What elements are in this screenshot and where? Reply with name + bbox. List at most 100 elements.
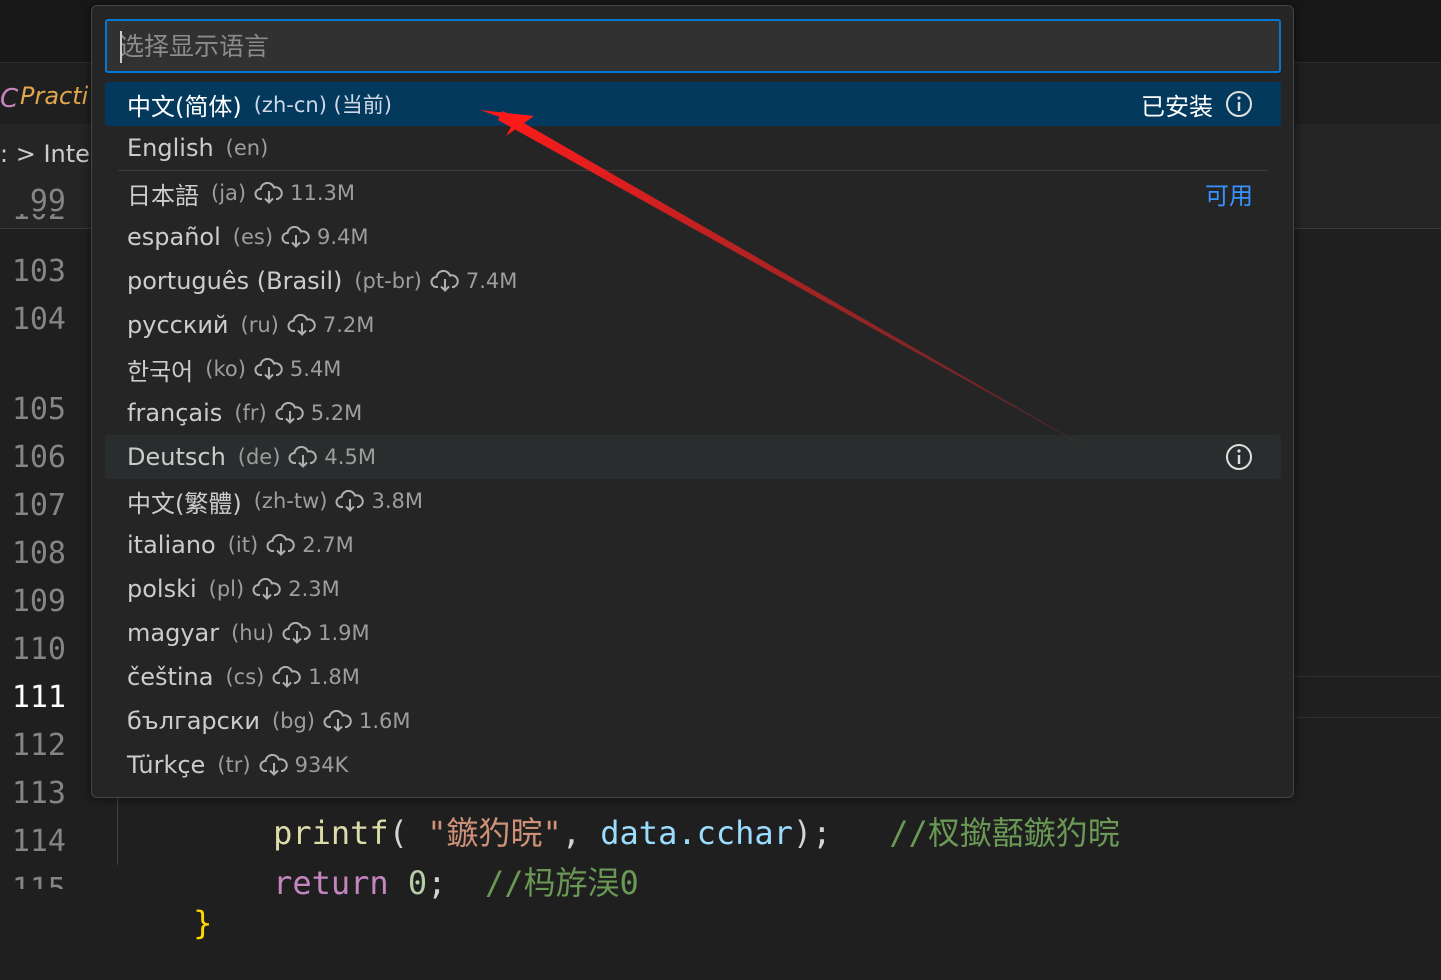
cloud-download-icon: [266, 534, 295, 556]
language-code: (ja): [211, 181, 247, 205]
language-code: (hu): [231, 621, 275, 645]
language-option[interactable]: français (fr) 5.2M: [105, 391, 1281, 435]
language-name: español: [127, 223, 221, 251]
cloud-download-icon: [259, 754, 288, 776]
line-number-partial-bottom: 115: [4, 872, 66, 889]
download-size: 5.4M: [289, 357, 342, 381]
cloud-download-icon: [288, 446, 318, 468]
language-option[interactable]: 日本語 (ja) 11.3M 可用: [105, 171, 1281, 215]
language-option[interactable]: русский (ru) 7.2M: [105, 303, 1281, 347]
display-language-quick-pick: 中文(简体) (zh-cn) (当前) 已安装 English (en) 日本語 (ja)…: [91, 5, 1294, 798]
cloud-download-icon: [281, 226, 310, 248]
cloud-download-icon: [252, 578, 281, 600]
download-size: 7.4M: [465, 269, 518, 293]
language-name: български: [127, 707, 260, 735]
text-caret: [120, 31, 122, 63]
cloud-download-icon: [254, 182, 283, 204]
download-size: 2.7M: [302, 533, 354, 557]
indent-guide: [117, 790, 118, 865]
language-code: (de): [237, 445, 281, 469]
download-size: 7.2M: [322, 313, 375, 337]
editor-tab-label[interactable]: Practi: [20, 82, 88, 110]
language-code: (es): [232, 225, 274, 249]
line-number: 107: [11, 488, 66, 523]
line-number: 114: [11, 824, 66, 859]
cloud-download-icon: [275, 402, 304, 424]
language-option[interactable]: polski (pl) 2.3M: [105, 567, 1281, 611]
cloud-download-icon: [254, 358, 283, 380]
download-size: 5.2M: [310, 401, 363, 425]
language-name: português (Brasil): [127, 267, 343, 295]
language-code: (pl): [208, 577, 245, 601]
language-name: polski: [127, 575, 197, 603]
cloud-download-icon: [272, 666, 302, 688]
language-option[interactable]: magyar (hu) 1.9M: [105, 611, 1281, 655]
language-search-input[interactable]: [107, 21, 1279, 71]
language-option[interactable]: español (es) 9.4M: [105, 215, 1281, 259]
download-size: 1.6M: [358, 709, 411, 733]
info-icon[interactable]: [1225, 90, 1253, 118]
code-line-115[interactable]: }: [116, 866, 212, 980]
language-option[interactable]: English (en): [105, 126, 1281, 170]
language-name: magyar: [127, 619, 220, 647]
line-number: 106: [11, 440, 66, 475]
line-number: 112: [11, 728, 66, 763]
language-name: 日本語: [127, 181, 199, 210]
download-size: 1.8M: [308, 665, 360, 689]
line-number: 111: [11, 680, 66, 715]
cloud-download-icon: [282, 622, 311, 644]
language-code: (ko): [205, 357, 246, 381]
download-size: 2.3M: [288, 577, 340, 601]
language-code: (ru): [240, 313, 279, 337]
language-option[interactable]: português (Brasil) (pt-br) 7.4M: [105, 259, 1281, 303]
language-code: (cs): [225, 665, 265, 689]
cloud-download-icon: [323, 710, 352, 732]
language-name: čeština: [127, 663, 214, 691]
info-icon[interactable]: [1225, 443, 1253, 471]
line-number: 113: [11, 776, 66, 811]
download-size: 4.5M: [324, 445, 376, 469]
download-size: 11.3M: [290, 181, 355, 205]
line-number-partial: 102: [4, 214, 66, 230]
available-label: 可用: [1205, 181, 1253, 210]
download-size: 9.4M: [317, 225, 369, 249]
language-name: Türkçe: [127, 751, 206, 779]
language-name: italiano: [127, 531, 216, 559]
language-code: (zh-tw): [253, 489, 328, 513]
installed-group: 已安装: [1141, 82, 1253, 126]
language-code: (tr): [217, 753, 251, 777]
language-option[interactable]: čeština (cs) 1.8M: [105, 655, 1281, 699]
download-size: 1.9M: [318, 621, 370, 645]
code-line-114[interactable]: return 0; //杩斿洖0: [196, 820, 639, 942]
line-number: 110: [11, 632, 66, 667]
breadcrumb[interactable]: : > Inter: [0, 140, 100, 168]
language-option[interactable]: 한국어 (ko) 5.4M: [105, 347, 1281, 391]
cloud-download-icon: [430, 270, 459, 292]
language-option[interactable]: Türkçe (tr) 934K: [105, 743, 1281, 787]
line-number: 104: [11, 302, 66, 337]
language-option[interactable]: italiano (it) 2.7M: [105, 523, 1281, 567]
language-code: (it): [227, 533, 259, 557]
language-code: (en): [225, 136, 269, 160]
language-list: 中文(简体) (zh-cn) (当前) 已安装 English (en) 日本語 (ja)…: [105, 82, 1281, 787]
language-name: 한국어: [127, 357, 194, 386]
row-actions: [1213, 435, 1253, 479]
language-name: 中文(繁體): [127, 489, 242, 518]
installed-label: 已安装: [1141, 92, 1213, 121]
line-number: 105: [11, 392, 66, 427]
language-option[interactable]: 中文(简体) (zh-cn) (当前) 已安装: [105, 82, 1281, 126]
tab-file-icon: C: [0, 84, 19, 114]
cloud-download-icon: [336, 490, 365, 512]
language-option[interactable]: 中文(繁體) (zh-tw) 3.8M: [105, 479, 1281, 523]
line-number: 109: [11, 584, 66, 619]
language-search-box: [105, 19, 1281, 73]
language-name: русский: [127, 311, 229, 339]
language-code: (fr): [234, 401, 267, 425]
language-option[interactable]: Deutsch (de) 4.5M: [105, 435, 1281, 479]
download-size: 934K: [294, 753, 349, 777]
language-option[interactable]: български (bg) 1.6M: [105, 699, 1281, 743]
line-number: 108: [11, 536, 66, 571]
language-name: English: [127, 134, 214, 162]
line-number: 103: [11, 254, 66, 289]
language-name: Deutsch: [127, 443, 226, 471]
